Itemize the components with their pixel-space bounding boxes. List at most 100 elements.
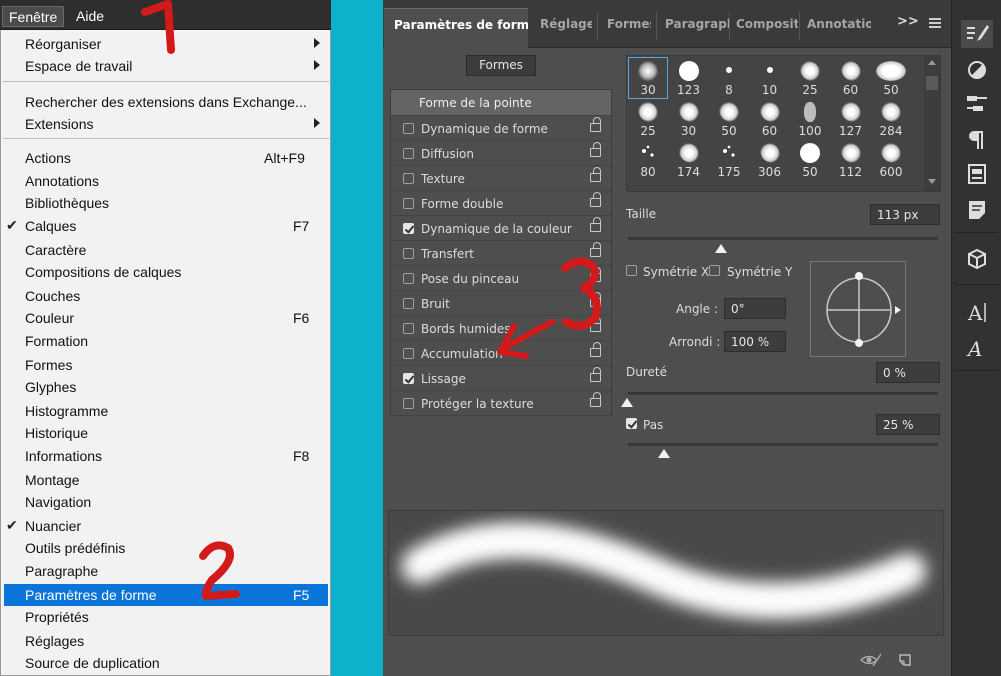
brush-option-row[interactable]: Lissage [391,366,611,391]
brush-option-row[interactable]: Diffusion [391,141,611,166]
menu-item[interactable]: Informations F8 [4,445,328,467]
menu-item[interactable]: Rechercher des extensions dans Exchange.… [4,91,328,113]
option-checkbox[interactable] [403,298,414,309]
menu-item[interactable]: Bibliothèques [4,192,328,214]
menu-aide[interactable]: Aide [70,6,110,27]
new-preset-icon[interactable] [897,652,913,668]
menu-item[interactable]: Réglages [4,630,328,652]
brush-tip-preset[interactable]: 60 [751,99,789,139]
hardness-input[interactable]: 0 % [876,362,940,383]
brush-tip-preset[interactable]: 284 [872,99,910,139]
spacing-slider-thumb[interactable] [658,449,670,458]
size-input[interactable]: 113 px [870,204,940,225]
brush-tip-preset[interactable]: 306 [751,140,789,180]
brush-option-row[interactable]: Pose du pinceau [391,266,611,291]
menu-item[interactable]: Histogramme [4,400,328,422]
angle-roundness-widget[interactable] [810,261,906,357]
menu-item[interactable]: Caractère [4,239,328,261]
brush-option-row[interactable]: Bruit [391,291,611,316]
tab-brush-settings[interactable]: Paramètres de forme [384,8,528,48]
tab-paragraph[interactable]: Paragraphe [665,17,729,31]
paragraph-icon[interactable] [961,126,993,154]
option-checkbox[interactable] [403,273,414,284]
menu-item[interactable]: Compositions de calques [4,261,328,283]
brush-tip-preset[interactable]: 100 [791,99,829,139]
brush-tip-preset[interactable]: 50 [791,140,829,180]
option-checkbox[interactable] [403,373,414,384]
lock-icon[interactable] [590,167,601,182]
lock-icon[interactable] [590,142,601,157]
option-checkbox[interactable] [403,223,414,234]
menu-item[interactable]: Navigation [4,491,328,513]
brush-settings-icon[interactable] [961,20,993,48]
option-checkbox[interactable] [403,348,414,359]
lock-icon[interactable] [590,367,601,382]
size-slider-thumb[interactable] [715,244,727,253]
brush-tip-preset[interactable]: 10 [751,58,789,98]
menu-item[interactable]: Outils prédéfinis [4,537,328,559]
brush-tip-preset[interactable]: 175 [710,140,748,180]
menu-item[interactable]: Paragraphe [4,560,328,582]
spacing-slider[interactable] [628,443,938,446]
option-checkbox[interactable] [403,323,414,334]
brush-option-row[interactable]: Accumulation [391,341,611,366]
option-checkbox[interactable] [403,173,414,184]
brush-tip-preset[interactable]: 25 [791,58,829,98]
character-icon[interactable]: A [961,298,993,326]
adjustments-icon[interactable] [961,56,993,84]
toggle-preview-icon[interactable] [859,652,883,668]
scroll-down-icon[interactable] [928,179,936,184]
option-checkbox[interactable] [403,398,414,409]
spacing-checkbox[interactable] [626,418,637,429]
brush-tip-preset[interactable]: 30 [628,57,668,99]
tab-annotation[interactable]: Annotation [807,17,871,31]
angle-input[interactable]: 0° [724,298,786,319]
hardness-slider-thumb[interactable] [621,398,633,407]
menu-item[interactable]: Extensions [4,113,328,135]
tab-shapes[interactable]: Formes [607,17,651,31]
brush-tip-preset[interactable]: 50 [710,99,748,139]
brush-tip-preset[interactable]: 127 [832,99,870,139]
brush-tip-preset[interactable]: 123 [670,58,708,98]
brush-tip-preset[interactable]: 60 [832,58,870,98]
layer-comps-icon[interactable] [961,160,993,188]
brush-tip-preset[interactable]: 25 [629,99,667,139]
brush-tip-preset[interactable]: 30 [670,99,708,139]
lock-icon[interactable] [590,217,601,232]
brush-option-row[interactable]: Texture [391,166,611,191]
menu-item[interactable]: Annotations [4,170,328,192]
option-checkbox[interactable] [403,123,414,134]
option-checkbox[interactable] [403,198,414,209]
brush-option-row[interactable]: Dynamique de la couleur [391,216,611,241]
lock-icon[interactable] [590,117,601,132]
brush-option-row[interactable]: Transfert [391,241,611,266]
3d-icon[interactable] [961,246,993,274]
option-checkbox[interactable] [403,148,414,159]
size-slider[interactable] [628,237,938,240]
lock-icon[interactable] [590,192,601,207]
menu-item[interactable]: Actions Alt+F9 [4,147,328,169]
brush-tip-preset[interactable]: 80 [629,140,667,180]
hardness-slider[interactable] [628,392,938,395]
formes-button[interactable]: Formes [466,55,536,76]
spacing-input[interactable]: 25 % [876,414,940,435]
brush-option-row[interactable]: Bords humides [391,316,611,341]
menu-item[interactable]: ✔ Nuancier [4,515,328,537]
menu-fenetre[interactable]: Fenêtre [2,6,65,27]
lock-icon[interactable] [590,242,601,257]
menu-item[interactable]: Réorganiser [4,33,328,55]
menu-item[interactable]: Formes [4,354,328,376]
tab-compositions[interactable]: Compositio [736,17,798,31]
panel-menu-icon[interactable] [929,18,941,28]
menu-item[interactable]: Formation [4,330,328,352]
brush-option-row[interactable]: Protéger la texture [391,391,611,416]
lock-icon[interactable] [590,292,601,307]
menu-item[interactable]: Couleur F6 [4,307,328,329]
menu-item[interactable]: Source de duplication [4,652,328,674]
menu-item[interactable]: Paramètres de forme F5 [4,584,328,606]
lock-icon[interactable] [590,267,601,282]
tab-adjustments[interactable]: Réglages [540,17,592,31]
menu-item[interactable]: ✔ Calques F7 [4,215,328,237]
flip-y-checkbox[interactable] [709,265,720,276]
brushes-icon[interactable] [961,90,993,118]
